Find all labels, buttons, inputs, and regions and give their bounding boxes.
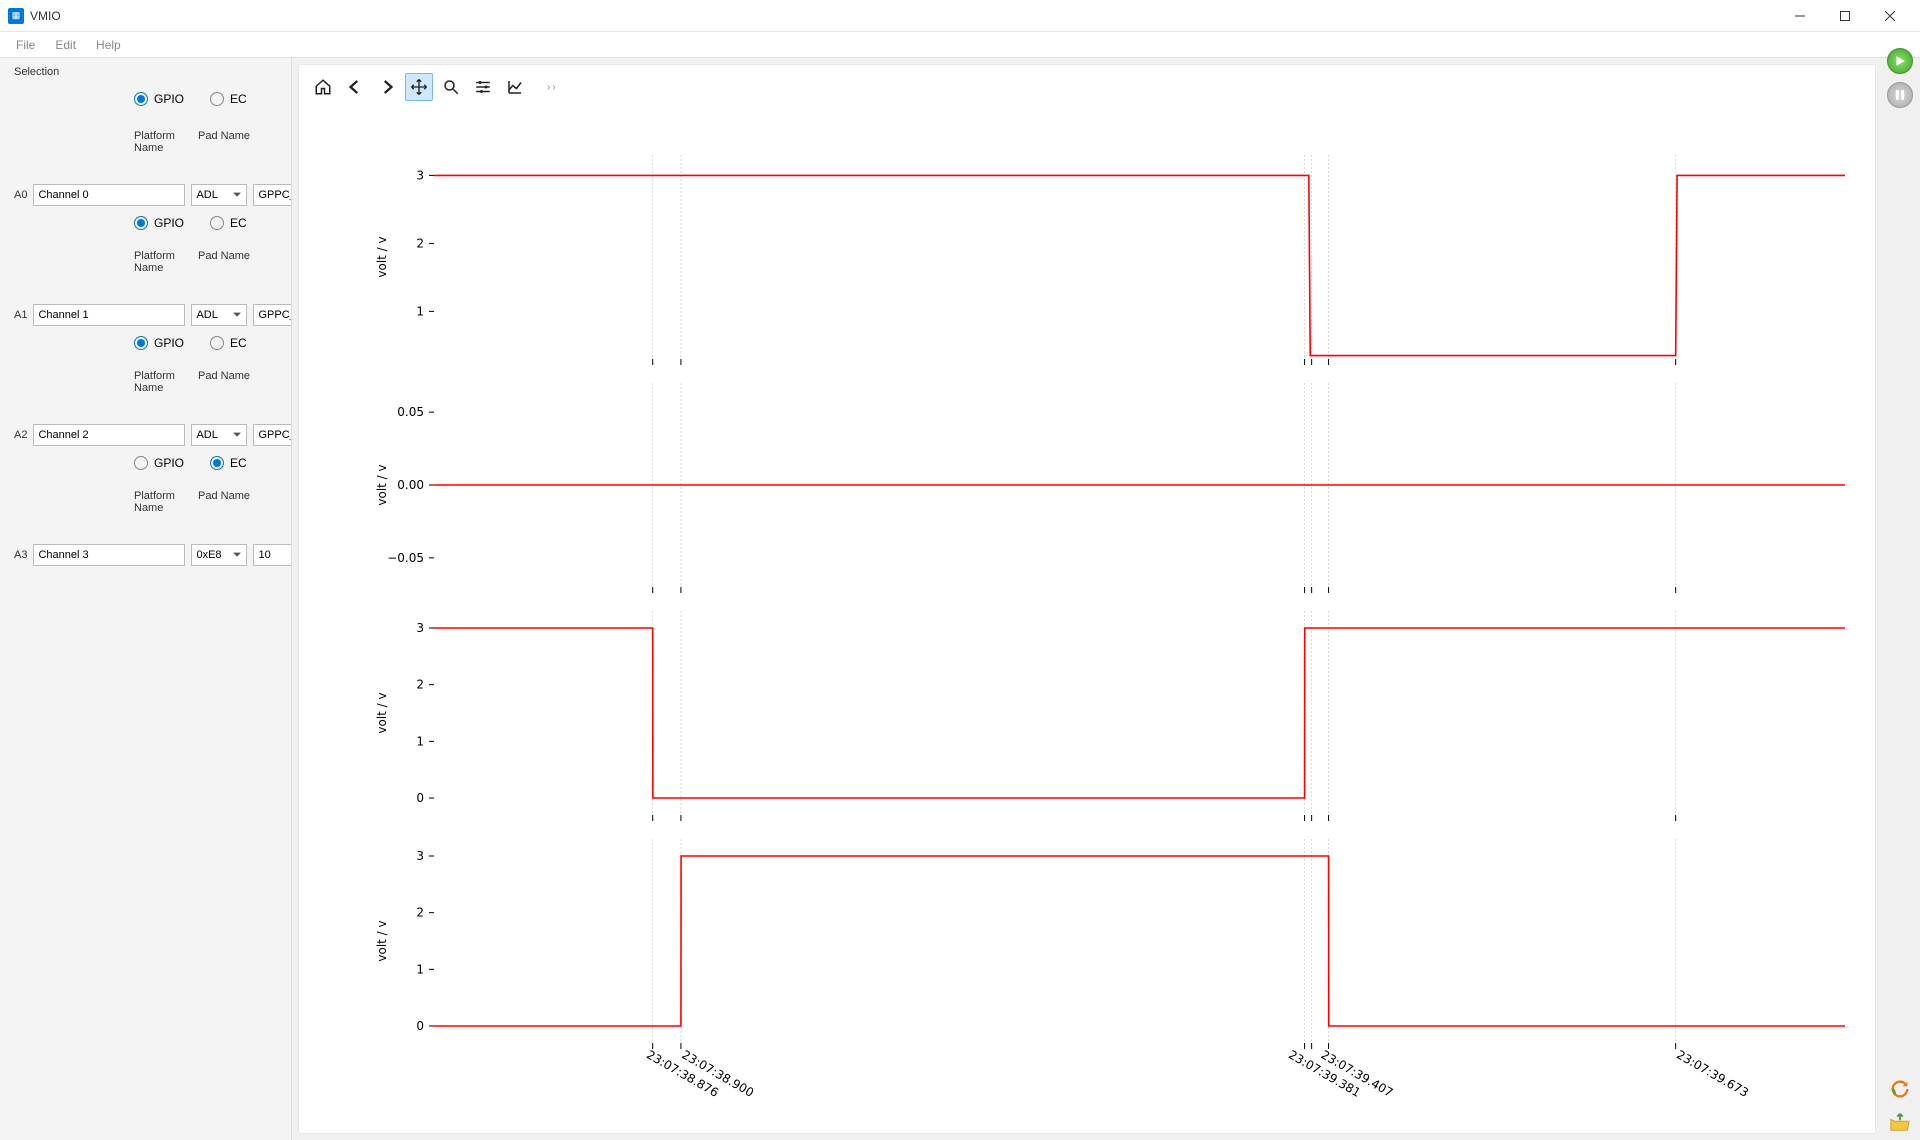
svg-text:volt / v: volt / v	[375, 920, 389, 961]
platform-select[interactable]: ADL	[191, 304, 247, 326]
pad-header: Pad Name	[198, 250, 250, 274]
svg-text:0: 0	[416, 791, 424, 805]
mode-row-a1: GPIO EC	[134, 216, 279, 230]
close-button[interactable]	[1867, 1, 1912, 31]
plots-svg[interactable]: 1 2 3 volt / v −0.05 0.00 0.05 volt / v 0 1 2 3 volt…	[299, 65, 1875, 1133]
channel-block-a0: Platform NamePad NameA0ADLGPPC_E7GPIOEC	[14, 130, 279, 230]
platform-select[interactable]: 0xE8	[191, 544, 247, 566]
selection-title: Selection	[14, 66, 279, 78]
ec-radio[interactable]: EC	[210, 456, 247, 470]
pad-header: Pad Name	[198, 490, 250, 514]
svg-text:1: 1	[416, 734, 424, 748]
platform-header: Platform Name	[134, 370, 192, 394]
pause-icon[interactable]	[1887, 82, 1913, 108]
menu-edit[interactable]: Edit	[45, 34, 86, 56]
pad-header: Pad Name	[198, 130, 250, 154]
svg-text:23:07:39.673: 23:07:39.673	[1674, 1047, 1751, 1099]
svg-text:volt / v: volt / v	[375, 692, 389, 733]
pad-select[interactable]: GPPC_E7	[253, 184, 292, 206]
channel-id: A3	[14, 549, 27, 561]
platform-select[interactable]: ADL	[191, 184, 247, 206]
svg-text:1: 1	[416, 962, 424, 976]
titlebar: ▦ VMIO	[0, 0, 1920, 32]
channel-id: A1	[14, 309, 27, 321]
app-icon: ▦	[8, 8, 24, 24]
channel-id: A2	[14, 429, 27, 441]
app-title: VMIO	[30, 9, 61, 23]
svg-text:2: 2	[416, 678, 424, 692]
channel-block-a1: Platform NamePad NameA1ADLGPPC_A2GPIOEC	[14, 250, 279, 350]
channel-name-input[interactable]	[33, 304, 185, 326]
platform-header: Platform Name	[134, 490, 192, 514]
svg-text:volt / v: volt / v	[375, 464, 389, 505]
gpio-radio[interactable]: GPIO	[134, 336, 184, 350]
pad-select[interactable]: GPPC_A1	[253, 424, 292, 446]
column-headers: Platform NamePad Name	[14, 490, 279, 514]
gpio-radio[interactable]: GPIO	[134, 216, 184, 230]
channel-block-a2: Platform NamePad NameA2ADLGPPC_A1GPIOEC	[14, 370, 279, 470]
global-gpio-radio[interactable]: GPIO	[134, 92, 184, 106]
channel-id: A0	[14, 189, 27, 201]
minimize-button[interactable]	[1777, 1, 1822, 31]
right-rail	[1884, 48, 1916, 1136]
pad-select[interactable]: GPPC_A2	[253, 304, 292, 326]
open-folder-icon[interactable]	[1887, 1110, 1913, 1136]
global-ec-radio[interactable]: EC	[210, 92, 247, 106]
platform-select[interactable]: ADL	[191, 424, 247, 446]
pad-select[interactable]: 10	[253, 544, 292, 566]
global-mode-row: GPIO EC	[134, 92, 279, 106]
menubar: File Edit Help	[0, 32, 1920, 58]
run-icon[interactable]	[1887, 48, 1913, 74]
ec-label: EC	[230, 92, 247, 106]
mode-row-a2: GPIO EC	[134, 336, 279, 350]
channel-row-a0: A0ADLGPPC_E7	[14, 184, 279, 206]
chart-panel: ›› 123volt / v−0.050.000.05volt / v0123v…	[298, 64, 1876, 1134]
channel-block-a3: Platform NamePad NameA30xE810	[14, 490, 279, 566]
menu-file[interactable]: File	[6, 34, 45, 56]
svg-text:1: 1	[416, 304, 424, 318]
maximize-button[interactable]	[1822, 1, 1867, 31]
column-headers: Platform NamePad Name	[14, 130, 279, 154]
svg-text:volt / v: volt / v	[375, 236, 389, 277]
menu-help[interactable]: Help	[86, 34, 131, 56]
channel-name-input[interactable]	[33, 544, 185, 566]
channel-row-a1: A1ADLGPPC_A2	[14, 304, 279, 326]
svg-text:0.05: 0.05	[397, 405, 424, 419]
ec-radio[interactable]: EC	[210, 216, 247, 230]
svg-text:3: 3	[416, 849, 424, 863]
channel-name-input[interactable]	[33, 424, 185, 446]
pad-header: Pad Name	[198, 370, 250, 394]
svg-text:0: 0	[416, 1019, 424, 1033]
channel-row-a3: A30xE810	[14, 544, 279, 566]
refresh-icon[interactable]	[1887, 1076, 1913, 1102]
svg-text:3: 3	[416, 168, 424, 182]
svg-text:0.00: 0.00	[397, 478, 424, 492]
gpio-radio[interactable]: GPIO	[134, 456, 184, 470]
svg-text:2: 2	[416, 236, 424, 250]
svg-text:3: 3	[416, 621, 424, 635]
channel-name-input[interactable]	[33, 184, 185, 206]
platform-header: Platform Name	[134, 130, 192, 154]
svg-text:2: 2	[416, 906, 424, 920]
column-headers: Platform NamePad Name	[14, 370, 279, 394]
sidebar: Selection GPIO EC Platform NamePad NameA…	[0, 58, 292, 1140]
gpio-label: GPIO	[154, 92, 184, 106]
platform-header: Platform Name	[134, 250, 192, 274]
content: Selection GPIO EC Platform NamePad NameA…	[0, 58, 1920, 1140]
column-headers: Platform NamePad Name	[14, 250, 279, 274]
svg-text:−0.05: −0.05	[387, 551, 424, 565]
ec-radio[interactable]: EC	[210, 336, 247, 350]
mode-row-a3: GPIO EC	[134, 456, 279, 470]
channel-row-a2: A2ADLGPPC_A1	[14, 424, 279, 446]
